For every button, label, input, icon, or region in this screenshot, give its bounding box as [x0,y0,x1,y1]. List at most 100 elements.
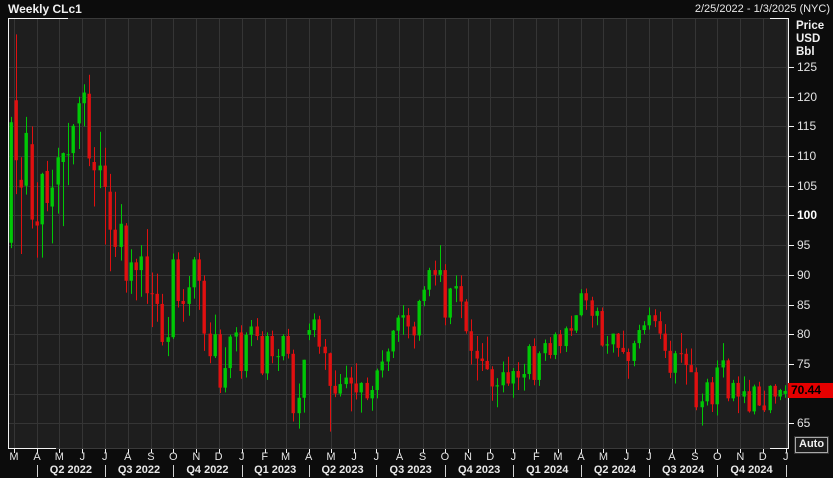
candle-body-down [318,319,321,346]
candle-body-up [732,383,735,398]
candle-body-down [434,270,437,275]
candle-body-up [214,334,217,356]
candle-body-up [455,286,458,288]
y-axis-tick-label: 65 [797,416,831,430]
candle-body-down [695,372,698,407]
x-axis-month-label: J [619,451,633,463]
candle-body-up [496,385,499,386]
candle-body-up [439,270,442,275]
candle-body-up [565,328,568,346]
y-axis-tick-label: 125 [797,60,831,74]
candle-body-up [172,259,175,337]
candle-body-up [235,332,238,336]
y-axis-tick-label: 100 [797,208,831,222]
candle-body-down [334,386,337,394]
candle-body-down [727,360,730,398]
y-axis-tick-label: 105 [797,179,831,193]
candle-body-up [10,122,13,243]
x-axis-month-label: J [506,451,520,463]
candle-body-up [674,353,677,373]
x-axis-quarter-label: Q2 2024 [580,464,650,476]
x-axis-month-label: S [144,451,158,463]
x-axis-quarter-label: Q1 2023 [240,464,310,476]
candle-body-down [664,334,667,351]
candle-body-down [20,180,23,188]
candle-body-down [329,353,332,386]
candle-body-up [418,301,421,335]
candle-body-down [737,383,740,397]
x-axis-month-label: M [52,451,66,463]
candle-body-up [130,262,133,280]
candle-body-down [209,334,212,357]
x-axis-month-label: D [483,451,497,463]
candle-body-up [99,166,102,171]
candle-body-down [271,336,274,356]
candle-body-down [690,365,693,372]
candle-body-up [224,368,227,388]
x-axis-month-label: M [7,451,21,463]
candle-body-down [366,383,369,398]
candle-body-down [460,286,463,301]
candle-body-up [580,293,583,315]
candle-body-up [120,224,123,247]
candle-body-up [282,336,285,356]
candle-body-up [229,337,232,368]
x-axis-quarter-label: Q1 2024 [512,464,582,476]
x-axis-month-label: J [369,451,383,463]
y-axis-title-line: Price [796,20,824,33]
candle-body-down [763,405,766,410]
candle-body-up [701,401,704,407]
candle-body-up [716,367,719,404]
x-axis-quarter-label: Q3 2022 [104,464,174,476]
x-axis-month-label: M [551,451,565,463]
candle-body-up [769,386,772,410]
candle-body-up [277,356,280,357]
candle-body-down [407,315,410,326]
candle-body-up [167,337,170,342]
candle-body-down [151,293,154,294]
candle-body-down [413,326,416,335]
candle-body-down [627,352,630,361]
x-axis-month-label: F [529,451,543,463]
candle-body-down [31,144,34,219]
candle-body-up [193,259,196,287]
candle-body-down [711,382,714,404]
candle-body-up [303,360,306,398]
candle-body-down [114,230,117,247]
candle-body-up [381,362,384,371]
candle-body-up [376,370,379,390]
candle-body-up [25,133,28,186]
y-axis-title-line: Bbl [796,46,824,59]
candle-body-down [549,343,552,355]
candle-body-down [256,326,259,336]
candle-body-up [502,372,505,385]
x-axis-month-label: O [438,451,452,463]
x-axis-quarter-label: Q4 2022 [172,464,242,476]
x-axis-month-label: J [642,451,656,463]
x-axis-month-label: D [212,451,226,463]
candle-body-down [177,259,180,301]
candle-body-up [345,378,348,385]
y-axis-tick-label: 75 [797,357,831,371]
candle-body-up [402,315,405,317]
auto-scale-button[interactable]: Auto [795,437,828,453]
candle-body-down [444,270,447,318]
candle-body-down [680,353,683,354]
candle-body-down [617,334,620,348]
x-axis-month-label: N [189,451,203,463]
candle-body-down [591,300,594,315]
candle-body-up [512,371,515,383]
candlestick-chart[interactable] [0,0,833,478]
candle-body-up [78,103,81,123]
x-axis-month-label: A [574,451,588,463]
candle-body-down [292,354,295,413]
candle-body-up [722,360,725,367]
candle-body-up [423,290,426,301]
candle-body-up [57,157,60,184]
candle-body-up [397,318,400,331]
candle-body-down [559,334,562,346]
candle-body-up [643,325,646,330]
candle-body-down [486,361,489,369]
candle-body-up [784,391,787,394]
candle-body-up [83,93,86,104]
